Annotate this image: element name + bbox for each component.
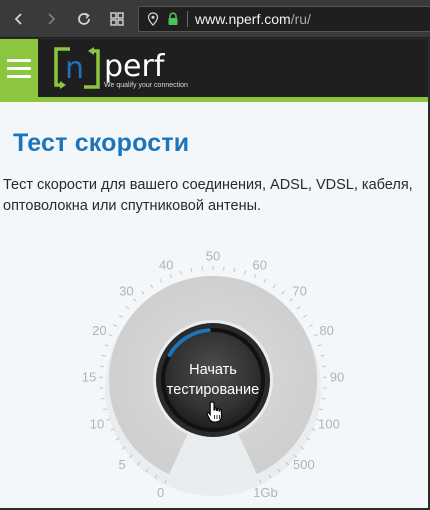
- speed-gauge: 0 5 10 15 20 30 40 50 60 70 80 90 100 500 1Gb Начать т…: [82, 249, 344, 500]
- gauge-tick: [101, 354, 106, 357]
- gauge-label: 15: [82, 369, 96, 384]
- back-button[interactable]: [6, 6, 32, 32]
- chevron-right-icon: [48, 13, 56, 25]
- main-content: Тест скорости Тест скорости для вашего с…: [0, 102, 430, 510]
- gauge-label: 10: [90, 416, 104, 431]
- lock-icon[interactable]: [165, 11, 181, 27]
- reload-icon: [78, 12, 90, 25]
- address-bar[interactable]: www.nperf.com/ru/: [138, 6, 430, 32]
- gauge-tick: [108, 333, 113, 337]
- gauge-tick: [169, 274, 173, 279]
- gauge-tick: [141, 290, 145, 295]
- gauge-tick: [113, 324, 118, 327]
- gauge-label: 30: [119, 284, 133, 299]
- gauge-tick: [190, 268, 193, 273]
- gauge-label: 50: [206, 249, 220, 264]
- url-host: www.nperf.com: [195, 11, 291, 27]
- grid-icon: [110, 12, 124, 26]
- browser-toolbar: www.nperf.com/ru/: [0, 0, 430, 38]
- gauge-tick: [253, 274, 257, 279]
- gauge-tick: [303, 314, 308, 318]
- gauge-tick: [118, 314, 123, 318]
- gauge-tick: [125, 306, 130, 310]
- menu-bar-icon: [7, 74, 31, 78]
- gauge-label: 20: [92, 323, 106, 338]
- gauge-label: 70: [292, 284, 306, 299]
- gauge-tick: [243, 270, 247, 275]
- gauge-tick: [104, 344, 109, 347]
- logo-bracket-icon: n: [54, 47, 100, 89]
- address-separator: [187, 11, 188, 27]
- tabs-grid-button[interactable]: [104, 6, 130, 32]
- gauge-label: 0: [157, 485, 164, 500]
- logo-letter: n: [65, 51, 84, 86]
- gauge-tick: [319, 408, 324, 411]
- gauge-tick: [106, 418, 111, 421]
- gauge-tick: [102, 408, 107, 411]
- gauge-label: 90: [330, 369, 344, 384]
- gauge-label: 100: [318, 416, 340, 431]
- gauge-tick: [296, 306, 301, 310]
- gauge-tick: [313, 333, 318, 337]
- gauge-tick: [263, 278, 267, 283]
- gauge-tick: [150, 284, 154, 289]
- chevron-left-icon: [14, 13, 22, 25]
- menu-bar-icon: [7, 58, 31, 62]
- start-button-label-line2: тестирование: [167, 382, 259, 398]
- logo-tagline: We qualify your connection: [104, 82, 188, 89]
- gauge-tick: [281, 290, 285, 295]
- start-button-label-line1: Начать: [189, 362, 237, 378]
- gauge-tick: [321, 397, 326, 400]
- url-path: /ru/: [290, 11, 311, 27]
- reload-button[interactable]: [71, 6, 97, 32]
- gauge-tick: [272, 284, 276, 289]
- gauge-tick: [133, 298, 137, 302]
- gauge-tick: [317, 344, 322, 347]
- location-pin-icon[interactable]: [145, 11, 161, 27]
- gauge-label: 80: [319, 323, 333, 338]
- gauge-label: 40: [159, 258, 173, 273]
- gauge-tick: [320, 354, 325, 357]
- logo-word: perf: [104, 49, 165, 84]
- gauge-label: 500: [293, 457, 315, 472]
- menu-bar-icon: [7, 66, 31, 70]
- gauge-label: 1Gb: [253, 485, 278, 500]
- nperf-logo[interactable]: n perf We qualify your connection: [50, 45, 210, 91]
- gauge-label: 60: [253, 258, 267, 273]
- gauge-tick: [233, 268, 236, 273]
- hamburger-menu-button[interactable]: [0, 39, 38, 97]
- gauge-label: 5: [118, 457, 125, 472]
- gauge-tick: [308, 324, 313, 327]
- forward-button[interactable]: [38, 6, 64, 32]
- gauge-tick: [179, 270, 183, 275]
- gauge-tick: [289, 298, 293, 302]
- site-header: n perf We qualify your connection: [0, 39, 430, 97]
- gauge-tick: [159, 278, 163, 283]
- gauge-tick: [100, 397, 105, 400]
